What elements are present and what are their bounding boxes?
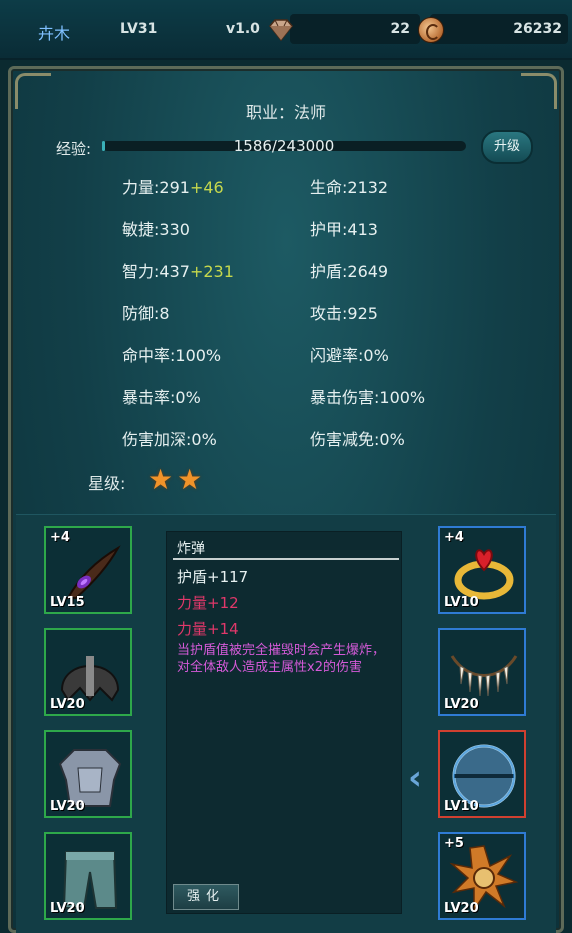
gem-count: 22 (390, 21, 410, 37)
equip-slot-ring[interactable]: +4 LV10 (438, 526, 526, 614)
coin-count: 26232 (513, 21, 562, 37)
stat-crit-damage: 暴击伤害:100% (310, 388, 426, 407)
stat-crit-rate: 暴击率:0% (122, 388, 201, 407)
version-label: v1.0 (226, 21, 260, 37)
item-description: 当护盾值被完全摧毁时会产生爆炸，对全体敌人造成主属性x2的伤害 (177, 643, 386, 675)
stat-armor: 护甲:413 (310, 220, 378, 239)
equip-slot-armor[interactable]: LV20 (44, 730, 132, 818)
stat-strength: 力量:291+46 (122, 178, 224, 197)
item-level: LV10 (444, 799, 479, 814)
item-level: LV20 (444, 901, 479, 916)
stat-agility: 敏捷:330 (122, 220, 190, 239)
player-name[interactable]: 卉木 (38, 20, 70, 44)
enhance-level: +5 (444, 836, 464, 851)
exp-label: 经验: (56, 140, 92, 158)
equip-slot-amulet[interactable]: +5 LV20 (438, 832, 526, 920)
enhance-level: +4 (50, 530, 70, 545)
equip-slot-necklace[interactable]: LV20 (438, 628, 526, 716)
equip-slot-offhand[interactable]: LV10 (438, 730, 526, 818)
stat-damage-increase: 伤害加深:0% (122, 430, 217, 449)
stat-dodge-rate: 闪避率:0% (310, 346, 389, 365)
item-level: LV10 (444, 595, 479, 610)
item-level: LV15 (50, 595, 85, 610)
player-level: LV31 (120, 21, 158, 37)
item-name: 炸弹 (177, 541, 205, 557)
profession-label: 职业：法师 (245, 103, 326, 122)
equip-slot-weapon[interactable]: +4 LV15 (44, 526, 132, 614)
stat-attack: 攻击:925 (310, 304, 378, 323)
stat-intelligence: 智力:437+231 (122, 262, 234, 281)
star-rating: ★ ★ (148, 466, 202, 494)
item-detail-panel: 炸弹 护盾+117 力量+12 力量+14 当护盾值被完全摧毁时会产生爆炸，对全… (166, 531, 402, 914)
item-level: LV20 (50, 901, 85, 916)
equip-slot-helmet[interactable]: LV20 (44, 628, 132, 716)
strengthen-button[interactable]: 强化 (173, 884, 239, 910)
stat-hit-rate: 命中率:100% (122, 346, 222, 365)
item-attribute: 力量+14 (177, 620, 239, 638)
enhance-level: +4 (444, 530, 464, 545)
equip-slot-legs[interactable]: LV20 (44, 832, 132, 920)
title-divider (173, 558, 399, 560)
item-attribute: 力量+12 (177, 594, 239, 612)
upgrade-button[interactable]: 升级 (481, 130, 533, 164)
stat-defense: 防御:8 (122, 304, 170, 323)
exp-value: 1586/243000 (233, 137, 335, 155)
stat-shield: 护盾:2649 (310, 262, 389, 281)
item-level: LV20 (444, 697, 479, 712)
top-bar: 卉木 LV31 v1.0 22 26232 (0, 0, 572, 60)
stat-hp: 生命:2132 (310, 178, 389, 197)
star-icon: ★ (177, 463, 203, 496)
chevron-left-icon[interactable]: ‹ (408, 758, 422, 798)
diamond-icon (269, 19, 293, 41)
star-icon: ★ (148, 463, 174, 496)
coin-icon (418, 17, 444, 43)
stat-damage-reduction: 伤害减免:0% (310, 430, 405, 449)
item-level: LV20 (50, 697, 85, 712)
item-attribute: 护盾+117 (177, 568, 249, 586)
star-level-label: 星级: (88, 474, 126, 493)
item-level: LV20 (50, 799, 85, 814)
